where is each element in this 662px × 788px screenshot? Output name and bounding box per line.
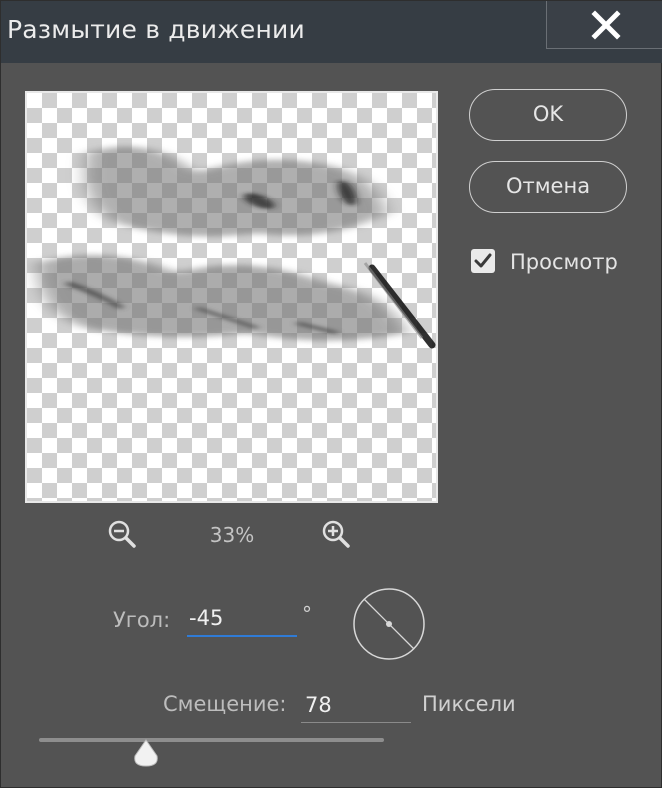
zoom-out-button[interactable] xyxy=(107,519,139,551)
preview-checkbox-label[interactable]: Просмотр xyxy=(510,250,618,274)
checkmark-icon xyxy=(474,253,492,268)
distance-label: Смещение: xyxy=(163,692,287,716)
close-button[interactable] xyxy=(546,1,662,49)
distance-unit: Пиксели xyxy=(422,692,516,716)
zoom-level: 33% xyxy=(209,523,255,547)
zoom-in-button[interactable] xyxy=(321,519,353,551)
angle-dial[interactable] xyxy=(352,587,426,661)
zoom-out-icon xyxy=(108,520,136,548)
angle-unit: ° xyxy=(302,602,312,626)
angle-dial-icon xyxy=(353,588,425,660)
dialog-title: Размытие в движении xyxy=(7,15,305,44)
angle-input[interactable] xyxy=(187,601,297,637)
preview-checkbox[interactable] xyxy=(471,249,495,273)
close-icon xyxy=(591,10,621,40)
distance-input[interactable] xyxy=(301,687,411,723)
slider-thumb-icon xyxy=(134,739,158,767)
angle-label: Угол: xyxy=(113,608,171,632)
title-bar[interactable]: Размытие в движении xyxy=(1,1,662,63)
distance-slider-thumb[interactable] xyxy=(133,739,159,767)
ok-button[interactable]: OK xyxy=(469,89,627,141)
preview-canvas[interactable] xyxy=(25,91,438,503)
zoom-in-icon xyxy=(322,520,350,548)
cancel-button[interactable]: Отмена xyxy=(469,161,627,213)
motion-blur-dialog: Размытие в движении 33% OK Отмена Просмо… xyxy=(0,0,662,788)
blurred-preview-image xyxy=(37,146,436,349)
distance-slider-track[interactable] xyxy=(39,738,384,742)
